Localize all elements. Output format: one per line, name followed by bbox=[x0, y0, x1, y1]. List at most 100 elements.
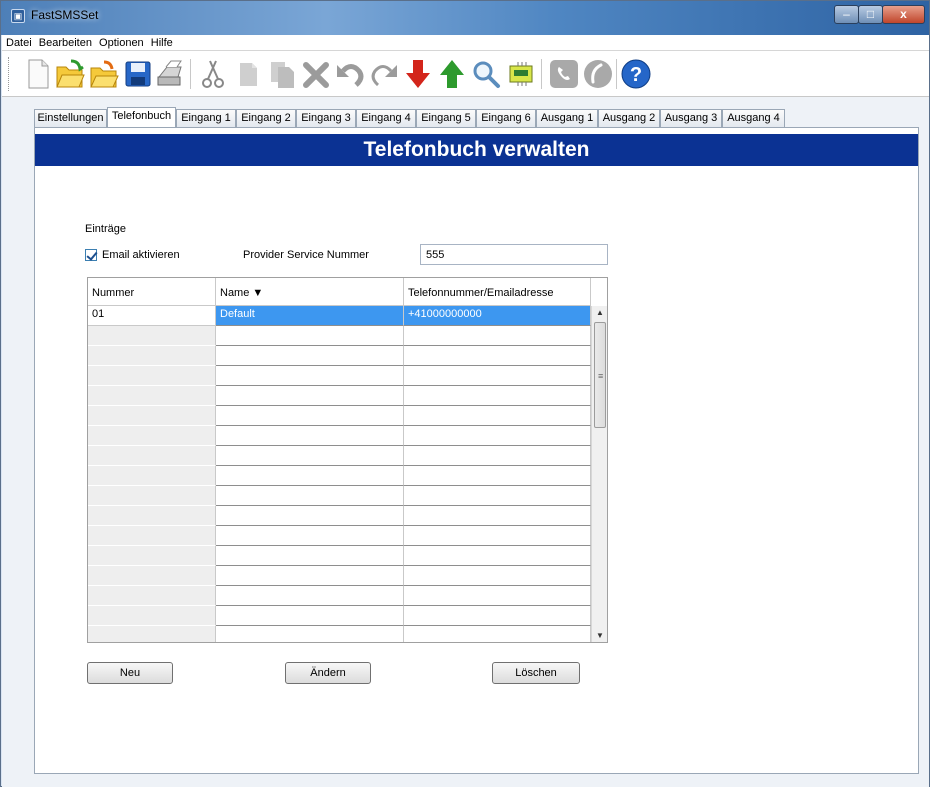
table-cell[interactable] bbox=[404, 386, 591, 406]
table-cell[interactable] bbox=[404, 546, 591, 566]
table-cell[interactable] bbox=[88, 446, 216, 466]
undo-icon[interactable] bbox=[334, 57, 366, 91]
table-cell[interactable] bbox=[88, 566, 216, 586]
help-icon[interactable]: ? bbox=[620, 57, 652, 91]
table-row[interactable] bbox=[88, 486, 591, 506]
table-cell[interactable] bbox=[88, 486, 216, 506]
table-cell[interactable] bbox=[216, 386, 404, 406]
table-row[interactable] bbox=[88, 626, 591, 642]
tab-eingang-2[interactable]: Eingang 2 bbox=[236, 109, 296, 127]
provider-number-input[interactable] bbox=[420, 244, 608, 265]
table-cell[interactable] bbox=[88, 386, 216, 406]
toolbar-grip[interactable] bbox=[8, 57, 11, 91]
table-cell[interactable] bbox=[88, 406, 216, 426]
vertical-scrollbar[interactable]: ▲ ≡ ▼ bbox=[591, 306, 607, 642]
app-icon[interactable]: ▣ bbox=[11, 9, 25, 23]
tab-ausgang-4[interactable]: Ausgang 4 bbox=[722, 109, 785, 127]
table-cell[interactable] bbox=[88, 426, 216, 446]
table-cell[interactable] bbox=[88, 606, 216, 626]
table-cell[interactable] bbox=[404, 466, 591, 486]
table-row[interactable] bbox=[88, 526, 591, 546]
table-row[interactable] bbox=[88, 586, 591, 606]
copy-icon[interactable] bbox=[232, 57, 264, 91]
tab-eingang-5[interactable]: Eingang 5 bbox=[416, 109, 476, 127]
table-row[interactable] bbox=[88, 566, 591, 586]
tab-ausgang-1[interactable]: Ausgang 1 bbox=[536, 109, 598, 127]
email-checkbox[interactable] bbox=[85, 249, 97, 261]
table-cell[interactable] bbox=[404, 506, 591, 526]
table-cell[interactable] bbox=[216, 606, 404, 626]
table-row[interactable] bbox=[88, 506, 591, 526]
table-cell[interactable] bbox=[404, 606, 591, 626]
redo-icon[interactable] bbox=[368, 57, 400, 91]
table-row[interactable] bbox=[88, 366, 591, 386]
call-icon[interactable] bbox=[582, 57, 614, 91]
tab-eingang-3[interactable]: Eingang 3 bbox=[296, 109, 356, 127]
table-cell[interactable] bbox=[216, 526, 404, 546]
loeschen-button[interactable]: Löschen bbox=[492, 662, 580, 684]
table-cell[interactable] bbox=[404, 346, 591, 366]
table-cell[interactable] bbox=[404, 626, 591, 642]
table-cell[interactable] bbox=[88, 586, 216, 606]
aendern-button[interactable]: Ändern bbox=[285, 662, 371, 684]
title-bar[interactable]: ▣ FastSMSSet – □ x bbox=[1, 1, 929, 35]
table-cell[interactable] bbox=[216, 366, 404, 386]
tab-ausgang-3[interactable]: Ausgang 3 bbox=[660, 109, 722, 127]
table-cell[interactable] bbox=[88, 546, 216, 566]
table-cell[interactable] bbox=[404, 366, 591, 386]
table-row[interactable] bbox=[88, 606, 591, 626]
cell-nummer[interactable]: 01 bbox=[88, 306, 216, 326]
neu-button[interactable]: Neu bbox=[87, 662, 173, 684]
cell-name[interactable]: Default bbox=[216, 306, 404, 326]
table-row[interactable] bbox=[88, 546, 591, 566]
table-cell[interactable] bbox=[216, 566, 404, 586]
table-cell[interactable] bbox=[404, 406, 591, 426]
device-icon[interactable] bbox=[505, 57, 537, 91]
tab-einstellungen[interactable]: Einstellungen bbox=[34, 109, 107, 127]
table-cell[interactable] bbox=[216, 486, 404, 506]
table-cell[interactable] bbox=[216, 426, 404, 446]
column-name[interactable]: Name ▼ bbox=[216, 278, 404, 306]
maximize-button[interactable]: □ bbox=[858, 5, 883, 24]
table-cell[interactable] bbox=[404, 486, 591, 506]
column-nummer[interactable]: Nummer bbox=[88, 278, 216, 306]
minimize-button[interactable]: – bbox=[834, 5, 859, 24]
table-cell[interactable] bbox=[88, 506, 216, 526]
table-cell[interactable] bbox=[216, 546, 404, 566]
table-cell[interactable] bbox=[404, 446, 591, 466]
table-cell[interactable] bbox=[404, 426, 591, 446]
upload-icon[interactable] bbox=[436, 57, 468, 91]
table-cell[interactable] bbox=[88, 366, 216, 386]
table-cell[interactable] bbox=[216, 446, 404, 466]
menu-optionen[interactable]: Optionen bbox=[97, 35, 146, 49]
table-cell[interactable] bbox=[404, 586, 591, 606]
table-cell[interactable] bbox=[216, 506, 404, 526]
tab-telefonbuch[interactable]: Telefonbuch bbox=[107, 107, 176, 128]
column-telefon[interactable]: Telefonnummer/Emailadresse bbox=[404, 278, 591, 306]
tab-eingang-4[interactable]: Eingang 4 bbox=[356, 109, 416, 127]
print-icon[interactable] bbox=[154, 57, 186, 91]
table-row[interactable] bbox=[88, 466, 591, 486]
paste-icon[interactable] bbox=[266, 57, 298, 91]
scroll-down-button[interactable]: ▼ bbox=[592, 629, 607, 642]
table-cell[interactable] bbox=[216, 346, 404, 366]
table-row[interactable]: 01 Default +41000000000 bbox=[88, 306, 591, 326]
table-cell[interactable] bbox=[88, 466, 216, 486]
table-cell[interactable] bbox=[88, 326, 216, 346]
open-folder-icon[interactable] bbox=[88, 57, 120, 91]
table-cell[interactable] bbox=[404, 326, 591, 346]
table-row[interactable] bbox=[88, 426, 591, 446]
cut-icon[interactable] bbox=[198, 57, 230, 91]
phone-icon[interactable] bbox=[548, 57, 580, 91]
table-cell[interactable] bbox=[404, 526, 591, 546]
table-cell[interactable] bbox=[88, 526, 216, 546]
cell-telefon[interactable]: +41000000000 bbox=[404, 306, 591, 326]
table-cell[interactable] bbox=[88, 346, 216, 366]
menu-bearbeiten[interactable]: Bearbeiten bbox=[37, 35, 94, 49]
tab-eingang-6[interactable]: Eingang 6 bbox=[476, 109, 536, 127]
table-cell[interactable] bbox=[216, 586, 404, 606]
table-row[interactable] bbox=[88, 326, 591, 346]
table-cell[interactable] bbox=[216, 406, 404, 426]
table-cell[interactable] bbox=[216, 466, 404, 486]
tab-eingang-1[interactable]: Eingang 1 bbox=[176, 109, 236, 127]
